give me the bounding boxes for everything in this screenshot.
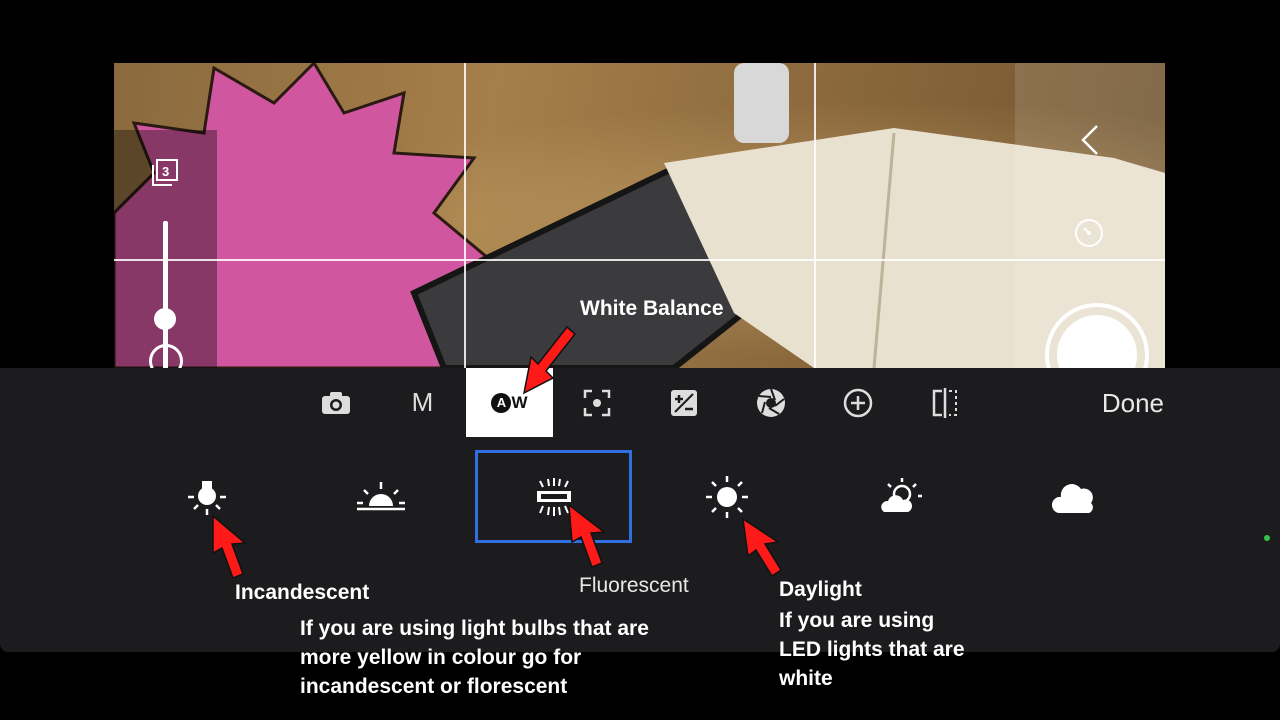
arrow-daylight bbox=[742, 517, 783, 578]
arrow-fluorescent bbox=[568, 503, 607, 568]
arrow-incandescent bbox=[212, 514, 247, 579]
annotation-arrows bbox=[212, 325, 783, 579]
arrow-white-balance bbox=[522, 325, 577, 395]
